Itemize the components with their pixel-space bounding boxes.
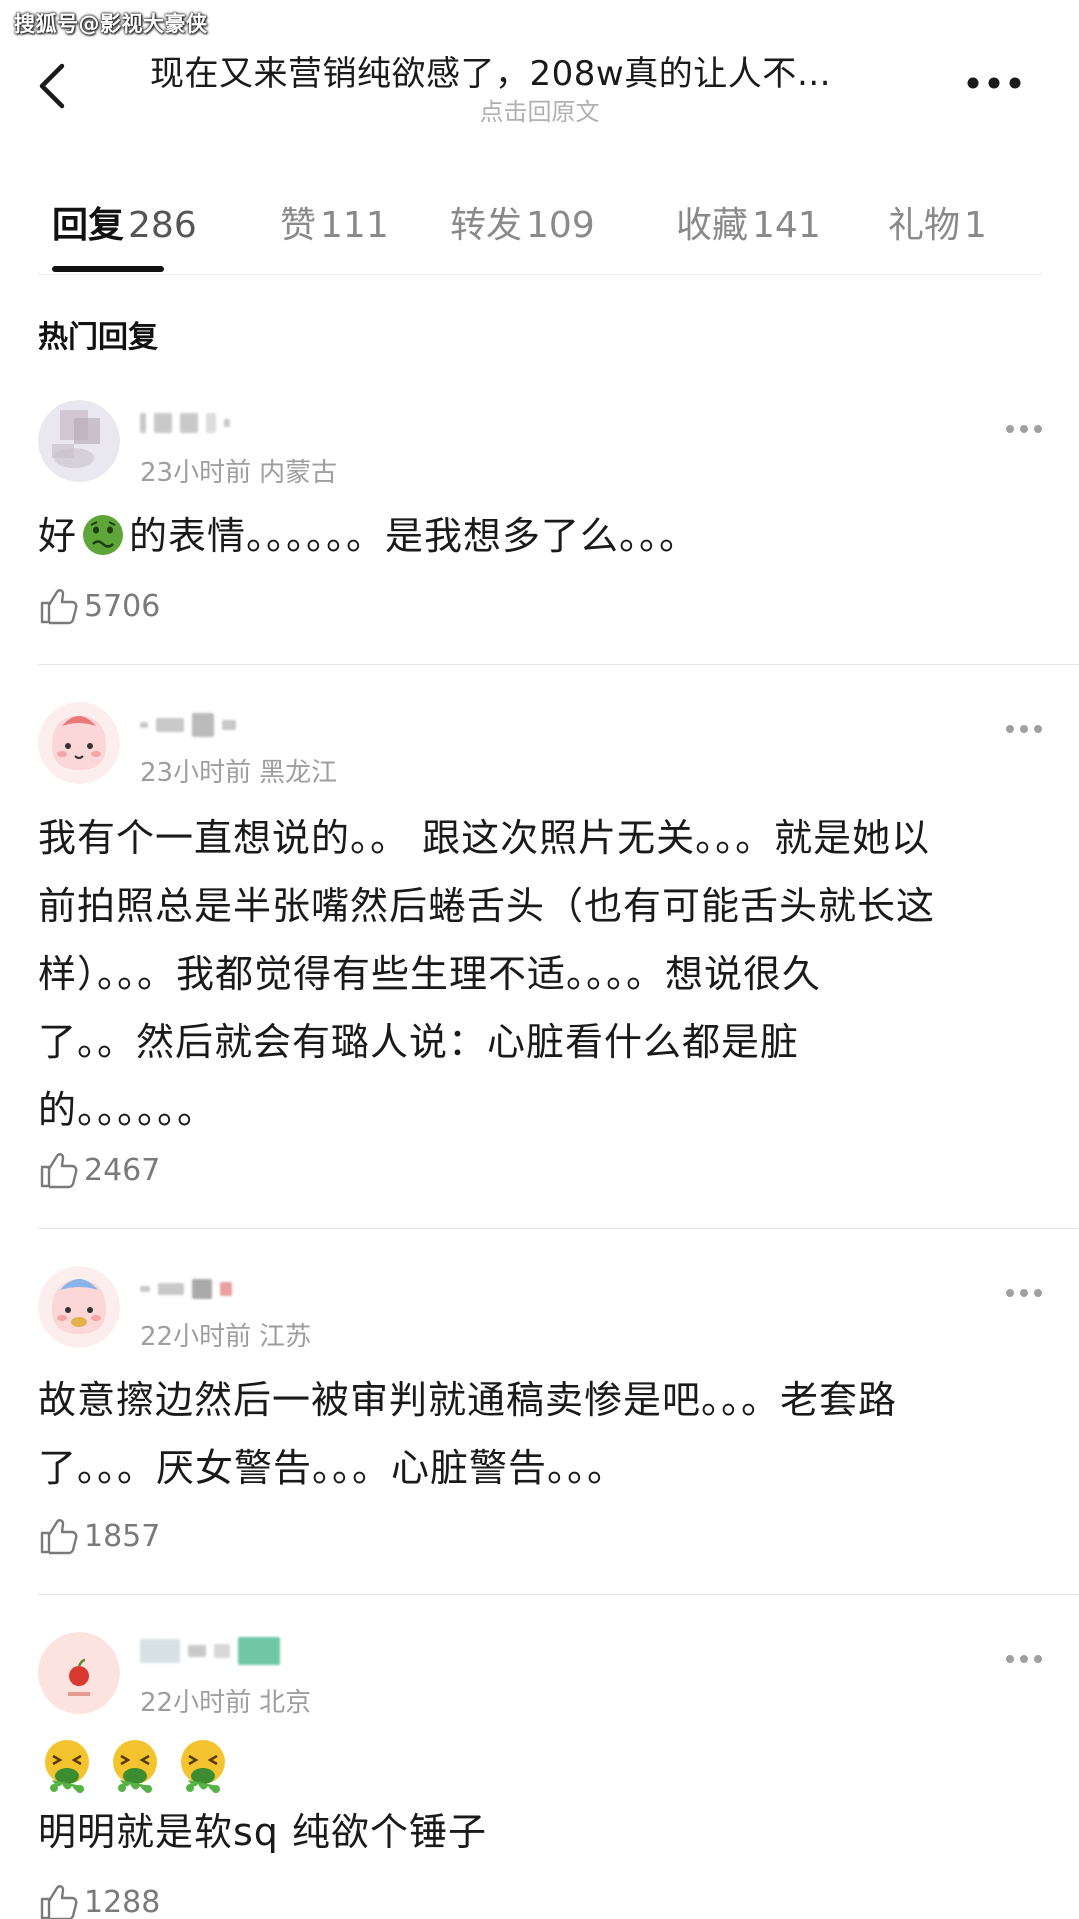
comment-text-line: 了。。。厌女警告。。。心脏警告。。。	[38, 1446, 627, 1490]
tab-count: 1	[964, 205, 987, 246]
tab-bar: 回复 286 赞 111 转发 109 收藏 141 礼物 1	[0, 196, 1079, 266]
thumbs-up-icon	[40, 589, 78, 625]
vomiting-face-icon	[113, 1740, 157, 1793]
comment-time: 23小时前	[140, 758, 252, 788]
comment-time: 23小时前	[140, 458, 252, 488]
tab-count: 286	[128, 205, 197, 246]
tab-count: 109	[526, 205, 595, 246]
like-button[interactable]: 1288	[38, 1882, 160, 1919]
thumbs-up-icon	[40, 1885, 78, 1919]
comment-text: 我有个一直想说的。。 跟这次照片无关。。。就是她以 前拍照总是半张嘴然后蜷舌头（…	[38, 804, 1048, 1144]
active-tab-indicator	[52, 266, 164, 272]
comment-more-button[interactable]	[1005, 1284, 1043, 1297]
tab-label: 礼物	[888, 205, 961, 246]
like-button[interactable]: 5706	[38, 586, 160, 626]
tab-count: 141	[752, 205, 821, 246]
comment-text-line: 我有个一直想说的。。 跟这次照片无关。。。就是她以	[38, 816, 931, 860]
tab-favorites[interactable]: 收藏 141	[676, 196, 821, 248]
comment-divider	[38, 1594, 1079, 1595]
comment-more-button[interactable]	[1005, 420, 1043, 433]
watermark: 搜狐号@影视大豪侠	[14, 12, 208, 36]
tab-label: 回复	[52, 205, 125, 246]
comment-text-line: 前拍照总是半张嘴然后蜷舌头（也有可能舌头就长这	[38, 884, 936, 928]
comment-text-line: 样）。。。我都觉得有些生理不适。。。。想说很久	[38, 952, 822, 996]
comment-location: 北京	[259, 1688, 312, 1718]
comment-text-line: 故意擦边然后一被审判就通稿卖惨是吧。。。老套路	[38, 1378, 898, 1422]
username-blurred[interactable]	[140, 1276, 232, 1302]
username-blurred[interactable]	[140, 410, 230, 436]
tab-replies[interactable]: 回复 286	[52, 196, 197, 248]
comment-meta: 23小时前 内蒙古	[140, 452, 337, 489]
thumbs-up-icon	[40, 1519, 78, 1555]
comment-location: 黑龙江	[259, 758, 338, 788]
more-dots-icon	[1006, 1289, 1042, 1297]
more-dots-icon	[1006, 1655, 1042, 1663]
avatar[interactable]	[38, 702, 120, 784]
tab-gifts[interactable]: 礼物 1	[888, 196, 987, 248]
post-title: 现在又来营销纯欲感了，208w真的让人不…	[150, 54, 832, 94]
comment-text-line: 了。。然后就会有璐人说：心脏看什么都是脏	[38, 1020, 800, 1064]
comment-text-line: 的。。。。。。	[38, 1088, 217, 1132]
comment-time: 22小时前	[140, 1322, 252, 1352]
like-count: 1857	[84, 1518, 161, 1554]
vomiting-face-icon	[181, 1740, 225, 1793]
tab-label: 转发	[450, 205, 523, 246]
like-button[interactable]: 2467	[38, 1150, 160, 1190]
more-options-button[interactable]	[965, 74, 1023, 92]
more-dots-icon	[967, 77, 1021, 89]
comment-text: 好 的表情。。。。。。是我想多了么。。。	[38, 514, 699, 558]
comment-text: 故意擦边然后一被审判就通稿卖惨是吧。。。老套路 了。。。厌女警告。。。心脏警告。…	[38, 1366, 1048, 1502]
tab-label: 收藏	[676, 205, 749, 246]
comment-divider	[38, 1228, 1079, 1229]
emoji-row	[38, 1736, 232, 1794]
more-dots-icon	[1006, 725, 1042, 733]
username-blurred[interactable]	[140, 712, 236, 738]
like-count: 1288	[84, 1884, 161, 1919]
tabs-divider	[38, 274, 1042, 275]
hot-replies-heading: 热门回复	[38, 320, 158, 355]
comment-text: 明明就是软sq 纯欲个锤子	[38, 1810, 487, 1854]
like-button[interactable]: 1857	[38, 1516, 160, 1556]
like-count: 2467	[84, 1152, 161, 1188]
avatar[interactable]	[38, 1632, 120, 1714]
comment-meta: 23小时前 黑龙江	[140, 752, 337, 789]
weibo-comments-page: 搜狐号@影视大豪侠 现在又来营销纯欲感了，208w真的让人不… 点击回原文 回复…	[0, 0, 1079, 1919]
thumbs-up-icon	[40, 1153, 78, 1189]
tab-likes[interactable]: 赞 111	[280, 196, 389, 248]
comment-time: 22小时前	[140, 1688, 252, 1718]
nauseated-face-icon	[83, 515, 124, 555]
comment-location: 内蒙古	[259, 458, 338, 488]
comment-location: 江苏	[259, 1322, 312, 1352]
tab-label: 赞	[280, 205, 317, 246]
more-dots-icon	[1006, 425, 1042, 433]
back-to-original-link[interactable]: 点击回原文	[0, 92, 1079, 127]
avatar[interactable]	[38, 400, 120, 482]
tab-reposts[interactable]: 转发 109	[450, 196, 595, 248]
comment-more-button[interactable]	[1005, 720, 1043, 733]
tab-count: 111	[320, 205, 389, 246]
comment-meta: 22小时前 江苏	[140, 1316, 311, 1353]
comment-more-button[interactable]	[1005, 1650, 1043, 1663]
comment-divider	[38, 664, 1079, 665]
username-blurred[interactable]	[140, 1637, 280, 1665]
avatar[interactable]	[38, 1266, 120, 1348]
comment-meta: 22小时前 北京	[140, 1682, 311, 1719]
vomiting-face-icon	[45, 1740, 89, 1793]
like-count: 5706	[84, 588, 161, 624]
